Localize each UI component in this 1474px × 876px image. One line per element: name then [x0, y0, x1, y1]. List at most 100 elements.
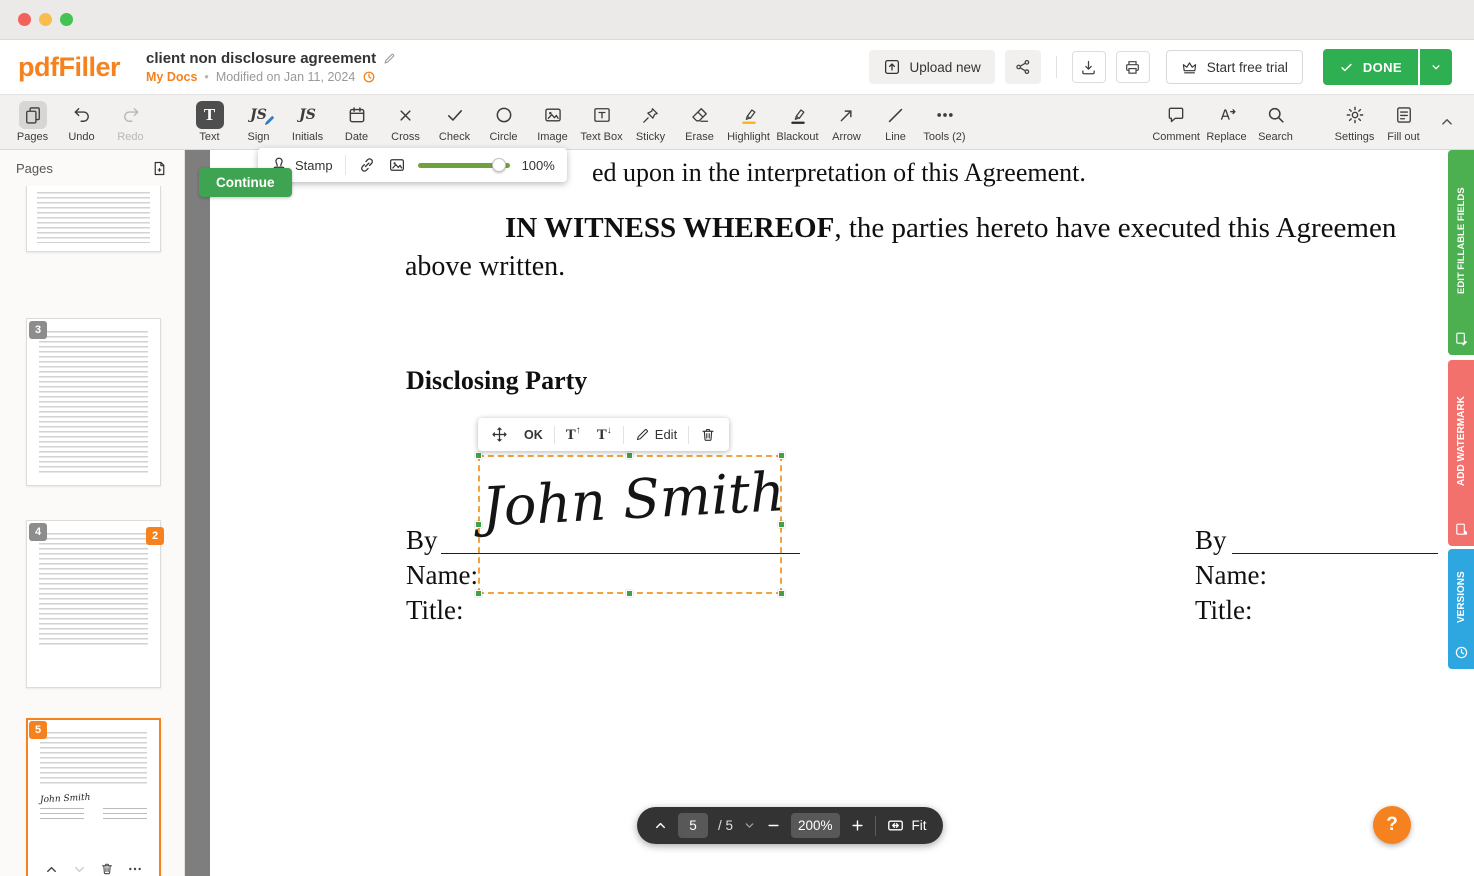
previous-page-button[interactable] [653, 818, 668, 833]
tool-comment[interactable]: Comment [1150, 95, 1202, 149]
tool-redo[interactable]: Redo [106, 95, 155, 149]
logo-pdf: pdf [18, 52, 58, 82]
tool-text-box[interactable]: Text Box [577, 95, 626, 149]
add-watermark-tab[interactable]: ADD WATERMARK [1448, 360, 1474, 546]
tool-erase[interactable]: Erase [675, 95, 724, 149]
ok-button[interactable]: OK [517, 421, 550, 448]
tool-sticky[interactable]: Sticky [626, 95, 675, 149]
document-title-row: client non disclosure agreement [146, 50, 396, 67]
print-button[interactable] [1116, 51, 1150, 83]
thumbnail-sign-block-right [103, 808, 147, 821]
tool-highlight[interactable]: Highlight [724, 95, 773, 149]
fillable-fields-count-badge: 2 [146, 527, 164, 545]
opacity-slider[interactable] [418, 163, 510, 168]
versions-clock-icon [1454, 645, 1469, 660]
edit-fillable-fields-tab[interactable]: EDIT FILLABLE FIELDS [1448, 150, 1474, 355]
tool-initials[interactable]: JS Initials [283, 95, 332, 149]
slider-knob[interactable] [492, 158, 506, 172]
delete-signature-button[interactable] [693, 421, 723, 448]
eraser-icon [690, 105, 710, 125]
page-more-options-button[interactable] [127, 861, 143, 876]
toolbar-divider [623, 426, 624, 444]
tool-circle[interactable]: Circle [479, 95, 528, 149]
edit-title-icon[interactable] [383, 52, 396, 65]
tool-cross[interactable]: Cross [381, 95, 430, 149]
link-button[interactable] [358, 156, 376, 174]
resize-handle[interactable] [626, 452, 633, 459]
move-page-up-button[interactable] [44, 862, 59, 876]
tool-line[interactable]: Line [871, 95, 920, 149]
dot-separator: • [204, 70, 208, 84]
gear-icon [1345, 105, 1365, 125]
tool-arrow[interactable]: Arrow [822, 95, 871, 149]
edit-signature-button[interactable]: Edit [628, 421, 684, 448]
resize-handle[interactable] [778, 521, 785, 528]
titlebar [0, 0, 1474, 40]
signature-selection-box[interactable] [478, 455, 782, 594]
my-docs-link[interactable]: My Docs [146, 70, 197, 84]
document-page[interactable]: ed upon in the interpretation of this Ag… [210, 150, 1448, 876]
increase-font-button[interactable]: T↑ [559, 421, 588, 448]
resize-handle[interactable] [626, 590, 633, 597]
tool-date[interactable]: Date [332, 95, 381, 149]
delete-page-button[interactable] [100, 862, 114, 876]
move-page-down-button[interactable] [72, 862, 87, 876]
pages-panel-title: Pages [16, 161, 53, 176]
share-button[interactable] [1005, 50, 1041, 84]
add-page-icon[interactable] [151, 160, 168, 177]
page-thumbnail-3[interactable]: 3 [26, 318, 161, 486]
help-button[interactable]: ? [1373, 806, 1411, 844]
witness-rest: , the parties hereto have executed this … [834, 212, 1396, 244]
maximize-window-button[interactable] [60, 13, 73, 26]
done-dropdown-button[interactable] [1420, 49, 1452, 85]
tool-check[interactable]: Check [430, 95, 479, 149]
upload-new-button[interactable]: Upload new [869, 50, 995, 84]
done-button[interactable]: DONE [1323, 49, 1418, 85]
resize-handle[interactable] [475, 521, 482, 528]
resize-handle[interactable] [475, 590, 482, 597]
tool-blackout[interactable]: Blackout [773, 95, 822, 149]
tool-image[interactable]: Image [528, 95, 577, 149]
resize-handle[interactable] [778, 590, 785, 597]
tool-fill-out[interactable]: Fill out [1379, 95, 1428, 149]
blackout-icon [788, 105, 808, 125]
download-button[interactable] [1072, 51, 1106, 83]
tool-text[interactable]: T Text [185, 95, 234, 149]
tool-search[interactable]: Search [1251, 95, 1300, 149]
move-signature-button[interactable] [484, 421, 515, 448]
resize-handle[interactable] [475, 452, 482, 459]
decrease-font-button[interactable]: T↓ [590, 421, 619, 448]
done-check-icon [1339, 60, 1354, 75]
start-free-trial-button[interactable]: Start free trial [1166, 50, 1303, 84]
toolbar-right-group: Comment Replace Search Settings Fill out [1150, 95, 1466, 149]
page-thumbnail-5[interactable]: 5 John Smith [26, 718, 161, 876]
document-witness-line: IN WITNESS WHEREOF, the parties hereto h… [505, 212, 1396, 245]
document-text-line: ed upon in the interpretation of this Ag… [592, 158, 1086, 188]
tool-replace[interactable]: Replace [1202, 95, 1251, 149]
tool-settings[interactable]: Settings [1330, 95, 1379, 149]
zoom-level-value[interactable]: 200% [791, 813, 840, 838]
zoom-out-button[interactable] [766, 818, 781, 833]
tool-pages[interactable]: Pages [8, 95, 57, 149]
page-thumbnail-4[interactable]: 4 2 [26, 520, 161, 688]
pencil-icon [635, 427, 650, 442]
fit-button[interactable]: Fit [886, 816, 927, 835]
continue-button[interactable]: Continue [199, 168, 292, 197]
collapse-toolbar-button[interactable] [1428, 95, 1466, 149]
tool-undo[interactable]: Undo [57, 95, 106, 149]
highlighter-icon [739, 105, 759, 125]
page-thumbnail-partial[interactable] [26, 186, 161, 252]
page-number-input[interactable]: 5 [678, 813, 708, 838]
pdffiller-logo[interactable]: pdfFiller [18, 52, 120, 83]
resize-handle[interactable] [778, 452, 785, 459]
zoom-in-button[interactable] [850, 818, 865, 833]
versions-tab[interactable]: VERSIONS [1448, 549, 1474, 669]
download-icon [1080, 59, 1097, 76]
minimize-window-button[interactable] [39, 13, 52, 26]
tool-tools-more[interactable]: Tools (2) [920, 95, 969, 149]
image-opacity-button[interactable] [388, 156, 406, 174]
tool-sign[interactable]: JS Sign [234, 95, 283, 149]
next-page-button[interactable] [743, 819, 756, 832]
redo-icon [121, 105, 141, 125]
close-window-button[interactable] [18, 13, 31, 26]
